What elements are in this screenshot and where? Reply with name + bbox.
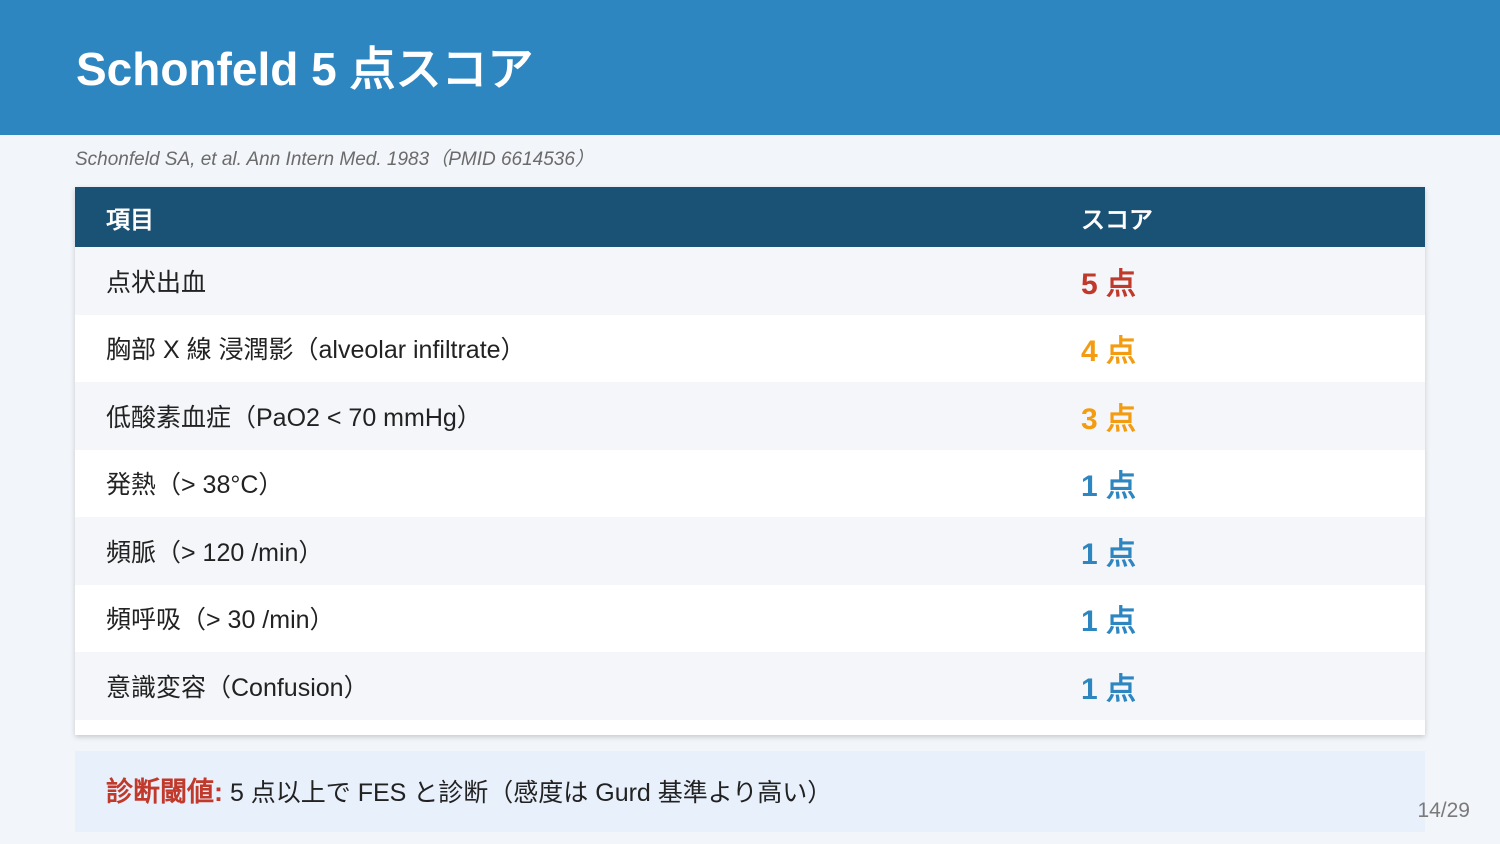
table-row: 意識変容（Confusion） 1 点	[75, 652, 1425, 720]
row-score: 1 点	[1081, 584, 1425, 652]
row-item: 点状出血	[75, 247, 1081, 315]
row-score: 1 点	[1081, 652, 1425, 720]
row-item: 頻呼吸（> 30 /min）	[75, 584, 1081, 652]
slide-header: Schonfeld 5 点スコア	[0, 0, 1500, 135]
page-number: 14/29	[1417, 799, 1470, 822]
table-row: 低酸素血症（PaO2 < 70 mmHg） 3 点	[75, 382, 1425, 450]
row-item: 発熱（> 38°C）	[75, 449, 1081, 517]
table-row: 発熱（> 38°C） 1 点	[75, 449, 1425, 517]
diagnostic-threshold-label: 診断閾値:	[106, 777, 223, 807]
diagnostic-threshold-box: 診断閾値: 5 点以上で FES と診断（感度は Gurd 基準より高い）	[75, 751, 1425, 832]
row-score: 1 点	[1081, 517, 1425, 585]
table-row: 点状出血 5 点	[75, 247, 1425, 315]
row-item: 低酸素血症（PaO2 < 70 mmHg）	[75, 382, 1081, 450]
row-item: 意識変容（Confusion）	[75, 652, 1081, 720]
row-score: 4 点	[1081, 314, 1425, 382]
citation: Schonfeld SA, et al. Ann Intern Med. 198…	[75, 149, 594, 170]
row-item: 胸部 X 線 浸潤影（alveolar infiltrate）	[75, 314, 1081, 382]
row-score: 1 点	[1081, 449, 1425, 517]
diagnostic-threshold-text: 診断閾値: 5 点以上で FES と診断（感度は Gurd 基準より高い）	[106, 775, 832, 810]
table-row: 頻呼吸（> 30 /min） 1 点	[75, 584, 1425, 652]
diagnostic-threshold-description: 5 点以上で FES と診断（感度は Gurd 基準より高い）	[223, 779, 833, 807]
slide-title: Schonfeld 5 点スコア	[76, 43, 534, 95]
table-row: 頻脈（> 120 /min） 1 点	[75, 517, 1425, 585]
column-header-score: スコア	[1081, 187, 1425, 247]
row-score: 3 点	[1081, 382, 1425, 450]
score-table-card: 項目 スコア 点状出血 5 点 胸部 X 線 浸潤影（alveolar infi…	[75, 187, 1425, 735]
table-header-row: 項目 スコア	[75, 187, 1425, 247]
score-table: 項目 スコア 点状出血 5 点 胸部 X 線 浸潤影（alveolar infi…	[75, 187, 1425, 720]
row-score: 5 点	[1081, 247, 1425, 315]
column-header-item: 項目	[75, 187, 1081, 247]
table-row: 胸部 X 線 浸潤影（alveolar infiltrate） 4 点	[75, 314, 1425, 382]
row-item: 頻脈（> 120 /min）	[75, 517, 1081, 585]
